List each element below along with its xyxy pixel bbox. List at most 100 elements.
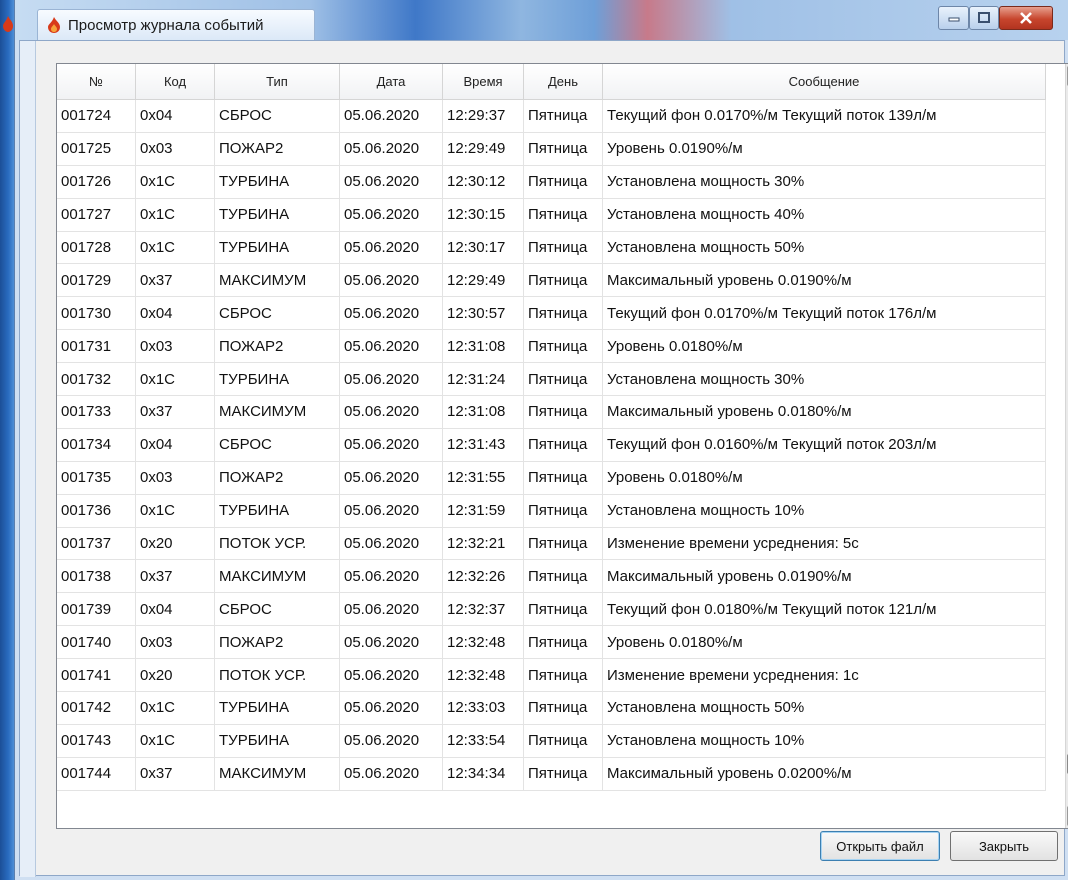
cell-type: ПОТОК УСР. [214, 527, 340, 561]
table-row[interactable]: 001728 0x1C ТУРБИНА 05.06.2020 12:30:17 Пятни… [57, 231, 1046, 265]
table-row[interactable]: 001725 0x03 ПОЖАР2 05.06.2020 12:29:49 Пятниц… [57, 132, 1046, 166]
table-row[interactable]: 001739 0x04 СБРОС 05.06.2020 12:32:37 Пятница… [57, 592, 1046, 627]
cell-message: Максимальный уровень 0.0180%/м [602, 395, 1046, 429]
cell-time: 12:32:48 [442, 658, 524, 693]
open-file-button[interactable]: Открыть файл [820, 831, 940, 861]
cell-code: 0x04 [135, 428, 215, 462]
table-row[interactable]: 001737 0x20 ПОТОК УСР. 05.06.2020 12:32:21 Пя… [57, 527, 1046, 561]
cell-date: 05.06.2020 [339, 198, 443, 232]
cell-time: 12:30:12 [442, 165, 524, 199]
cell-number: 001740 [57, 625, 136, 660]
cell-day: Пятница [523, 559, 603, 594]
cell-code: 0x1C [135, 198, 215, 232]
table-row[interactable]: 001726 0x1C ТУРБИНА 05.06.2020 12:30:12 Пятни… [57, 165, 1046, 199]
table-row[interactable]: 001743 0x1C ТУРБИНА 05.06.2020 12:33:54 Пятни… [57, 724, 1046, 758]
cell-type: ПОТОК УСР. [214, 658, 340, 693]
cell-code: 0x04 [135, 592, 215, 627]
table-row[interactable]: 001734 0x04 СБРОС 05.06.2020 12:31:43 Пятница… [57, 428, 1046, 462]
column-header-type[interactable]: Тип [214, 64, 340, 100]
cell-time: 12:32:48 [442, 625, 524, 660]
table-row[interactable]: 001724 0x04 СБРОС 05.06.2020 12:29:37 Пятница… [57, 99, 1046, 133]
cell-day: Пятница [523, 99, 603, 133]
cell-number: 001728 [57, 231, 136, 265]
cell-day: Пятница [523, 395, 603, 429]
cell-time: 12:32:21 [442, 527, 524, 561]
cell-number: 001737 [57, 527, 136, 561]
cell-time: 12:30:57 [442, 296, 524, 331]
column-header-date[interactable]: Дата [339, 64, 443, 100]
cell-day: Пятница [523, 165, 603, 199]
cell-day: Пятница [523, 494, 603, 528]
cell-type: МАКСИМУМ [214, 559, 340, 594]
cell-type: ТУРБИНА [214, 198, 340, 232]
cell-time: 12:29:49 [442, 263, 524, 298]
column-header-day[interactable]: День [523, 64, 603, 100]
cell-type: МАКСИМУМ [214, 263, 340, 298]
table-header-row: № Код Тип Дата Время День Сообщение [57, 64, 1046, 100]
cell-time: 12:29:37 [442, 99, 524, 133]
cell-message: Установлена мощность 30% [602, 165, 1046, 199]
cell-date: 05.06.2020 [339, 691, 443, 725]
cell-time: 12:33:54 [442, 724, 524, 758]
table-row[interactable]: 001738 0x37 МАКСИМУМ 05.06.2020 12:32:26 Пятн… [57, 559, 1046, 594]
table-row[interactable]: 001730 0x04 СБРОС 05.06.2020 12:30:57 Пятница… [57, 296, 1046, 331]
cell-day: Пятница [523, 527, 603, 561]
cell-type: СБРОС [214, 428, 340, 462]
cell-date: 05.06.2020 [339, 132, 443, 166]
cell-date: 05.06.2020 [339, 461, 443, 495]
table-row[interactable]: 001744 0x37 МАКСИМУМ 05.06.2020 12:34:34 Пятн… [57, 757, 1046, 791]
cell-message: Максимальный уровень 0.0190%/м [602, 559, 1046, 594]
close-button[interactable]: Закрыть [950, 831, 1058, 861]
cell-code: 0x03 [135, 625, 215, 660]
cell-day: Пятница [523, 625, 603, 660]
cell-time: 12:30:15 [442, 198, 524, 232]
table-row[interactable]: 001741 0x20 ПОТОК УСР. 05.06.2020 12:32:48 Пя… [57, 658, 1046, 693]
flame-icon [48, 17, 60, 33]
table-row[interactable]: 001733 0x37 МАКСИМУМ 05.06.2020 12:31:08 Пятн… [57, 395, 1046, 429]
cell-number: 001731 [57, 329, 136, 364]
cell-type: СБРОС [214, 99, 340, 133]
minimize-icon [948, 17, 959, 22]
table-row[interactable]: 001740 0x03 ПОЖАР2 05.06.2020 12:32:48 Пятниц… [57, 625, 1046, 660]
table-row[interactable]: 001731 0x03 ПОЖАР2 05.06.2020 12:31:08 Пятниц… [57, 329, 1046, 364]
column-header-time[interactable]: Время [442, 64, 524, 100]
cell-number: 001741 [57, 658, 136, 693]
cell-time: 12:31:08 [442, 395, 524, 429]
column-header-code[interactable]: Код [135, 64, 215, 100]
title-bar[interactable]: Просмотр журнала событий [3, 0, 1068, 41]
cell-date: 05.06.2020 [339, 757, 443, 791]
cell-date: 05.06.2020 [339, 559, 443, 594]
event-log-table[interactable]: № Код Тип Дата Время День Сообщение 0017… [56, 63, 1068, 829]
cell-number: 001727 [57, 198, 136, 232]
cell-message: Текущий фон 0.0170%/м Текущий поток 139л… [602, 99, 1046, 133]
cell-type: ТУРБИНА [214, 724, 340, 758]
table-row[interactable]: 001732 0x1C ТУРБИНА 05.06.2020 12:31:24 Пятни… [57, 362, 1046, 397]
close-window-button[interactable] [999, 6, 1053, 30]
cell-time: 12:31:43 [442, 428, 524, 462]
table-row[interactable]: 001729 0x37 МАКСИМУМ 05.06.2020 12:29:49 Пятн… [57, 263, 1046, 298]
table-row[interactable]: 001727 0x1C ТУРБИНА 05.06.2020 12:30:15 Пятни… [57, 198, 1046, 232]
maximize-button[interactable] [969, 6, 999, 30]
table-row[interactable]: 001735 0x03 ПОЖАР2 05.06.2020 12:31:55 Пятниц… [57, 461, 1046, 495]
table-row[interactable]: 001742 0x1C ТУРБИНА 05.06.2020 12:33:03 Пятни… [57, 691, 1046, 725]
cell-day: Пятница [523, 132, 603, 166]
cell-message: Уровень 0.0190%/м [602, 132, 1046, 166]
cell-message: Установлена мощность 50% [602, 691, 1046, 725]
cell-day: Пятница [523, 691, 603, 725]
cell-message: Изменение времени усреднения: 5с [602, 527, 1046, 561]
minimize-button[interactable] [938, 6, 969, 30]
cell-date: 05.06.2020 [339, 395, 443, 429]
cell-message: Уровень 0.0180%/м [602, 625, 1046, 660]
column-header-message[interactable]: Сообщение [602, 64, 1046, 100]
cell-code: 0x04 [135, 99, 215, 133]
column-header-number[interactable]: № [57, 64, 136, 100]
table-row[interactable]: 001736 0x1C ТУРБИНА 05.06.2020 12:31:59 Пятни… [57, 494, 1046, 528]
cell-day: Пятница [523, 757, 603, 791]
desktop-background [0, 0, 14, 880]
cell-message: Уровень 0.0180%/м [602, 461, 1046, 495]
cell-message: Установлена мощность 40% [602, 198, 1046, 232]
cell-type: ТУРБИНА [214, 165, 340, 199]
cell-code: 0x37 [135, 395, 215, 429]
cell-time: 12:34:34 [442, 757, 524, 791]
cell-number: 001744 [57, 757, 136, 791]
